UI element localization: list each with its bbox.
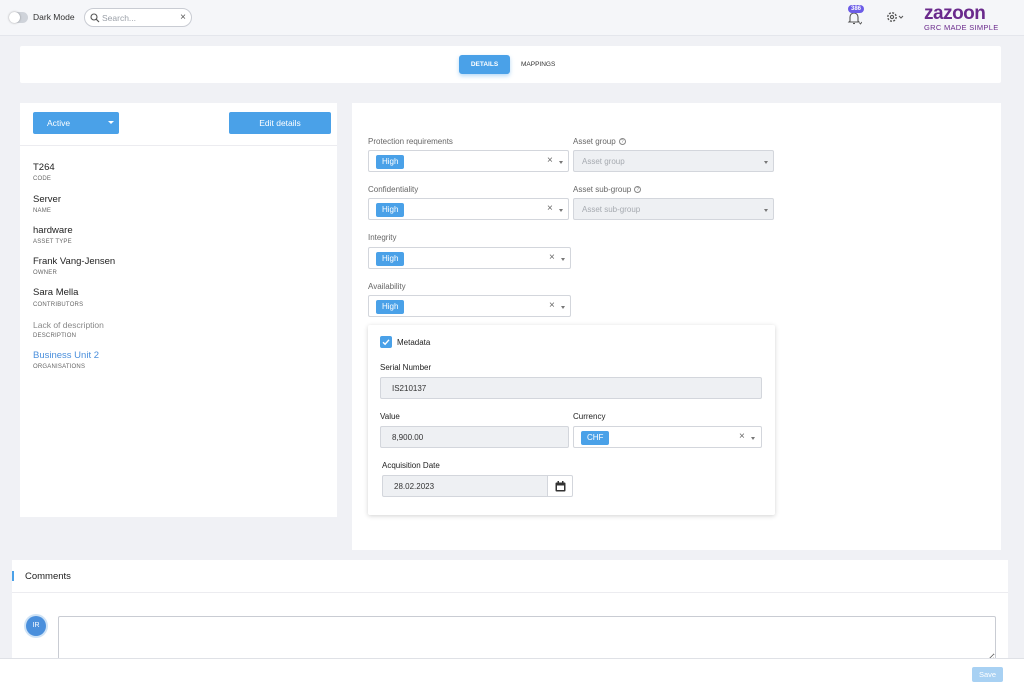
serial-number-value: IS210137: [392, 384, 427, 393]
description-value: Lack of description: [33, 320, 104, 330]
brand-name: zazoon: [924, 3, 986, 24]
asset-subgroup-placeholder: Asset sub-group: [582, 205, 641, 214]
search-placeholder: Search...: [102, 13, 137, 23]
integrity-label: Integrity: [368, 233, 397, 242]
chevron-down-icon: [559, 161, 563, 164]
brand-tagline: GRC MADE SIMPLE: [924, 23, 999, 32]
comment-input[interactable]: [58, 616, 996, 663]
integrity-chip: High: [376, 252, 405, 266]
toggle-knob: [9, 12, 20, 23]
serial-number-input[interactable]: IS210137: [380, 377, 762, 399]
value-input[interactable]: 8,900.00: [380, 426, 569, 448]
search-icon: [90, 13, 100, 23]
name-label: NAME: [33, 208, 52, 214]
metadata-title: Metadata: [397, 338, 431, 347]
availability-label: Availability: [368, 282, 406, 291]
value-value: 8,900.00: [392, 433, 424, 442]
asset-type-value: hardware: [33, 225, 73, 236]
availability-select[interactable]: High ×: [368, 295, 571, 317]
edit-details-button[interactable]: Edit details: [229, 112, 331, 134]
clear-icon[interactable]: ×: [549, 252, 555, 263]
organisation-link[interactable]: Business Unit 2: [33, 350, 99, 361]
confidentiality-chip: High: [376, 203, 405, 217]
dark-mode-toggle[interactable]: [9, 12, 28, 23]
chevron-down-icon: [764, 209, 768, 212]
description-label: DESCRIPTION: [33, 333, 77, 339]
section-accent: [12, 571, 14, 581]
brand-logo: zazoon GRC MADE SIMPLE: [924, 3, 1006, 33]
clear-search-icon[interactable]: ×: [180, 12, 186, 23]
clear-icon[interactable]: ×: [549, 300, 555, 311]
asset-group-label-wrap: Asset group?: [573, 137, 626, 146]
help-icon[interactable]: ?: [634, 186, 642, 193]
search-input[interactable]: Search... ×: [84, 8, 192, 27]
confidentiality-select[interactable]: High ×: [368, 198, 569, 220]
footer-bar: [0, 658, 1024, 692]
value-label: Value: [380, 412, 400, 421]
tab-mappings[interactable]: MAPPINGS: [521, 61, 555, 68]
chevron-down-icon: [751, 437, 755, 440]
status-label: Active: [47, 118, 71, 128]
code-label: CODE: [33, 176, 52, 182]
chevron-down-icon: [561, 258, 565, 261]
acquisition-date-input[interactable]: 28.02.2023: [382, 475, 548, 497]
asset-subgroup-label-wrap: Asset sub-group?: [573, 185, 642, 194]
metadata-checkbox[interactable]: [380, 336, 392, 348]
comments-title: Comments: [25, 571, 71, 582]
availability-chip: High: [376, 300, 405, 314]
clear-icon[interactable]: ×: [547, 203, 553, 214]
asset-group-select[interactable]: Asset group: [573, 150, 774, 172]
owner-label: OWNER: [33, 270, 57, 276]
asset-subgroup-label: Asset sub-group: [573, 185, 632, 194]
save-button[interactable]: Save: [972, 667, 1003, 682]
owner-value: Frank Vang-Jensen: [33, 256, 116, 267]
dark-mode-label: Dark Mode: [33, 12, 75, 22]
organisations-label: ORGANISATIONS: [33, 364, 86, 370]
currency-select[interactable]: CHF ×: [573, 426, 762, 448]
confidentiality-label: Confidentiality: [368, 185, 419, 194]
check-icon: [382, 339, 390, 346]
status-dropdown[interactable]: Active: [33, 112, 119, 134]
tab-bar: [20, 46, 1001, 83]
chevron-down-icon: [559, 209, 563, 212]
chevron-down-icon: [561, 306, 565, 309]
gear-icon[interactable]: [885, 10, 905, 24]
tab-details[interactable]: DETAILS: [459, 55, 510, 74]
contributors-label: CONTRIBUTORS: [33, 302, 84, 308]
caret-down-icon: [108, 121, 114, 124]
currency-label: Currency: [573, 412, 606, 421]
acquisition-date-label: Acquisition Date: [382, 461, 440, 470]
calendar-button[interactable]: [548, 475, 573, 497]
asset-subgroup-select[interactable]: Asset sub-group: [573, 198, 774, 220]
protection-chip: High: [376, 155, 405, 169]
asset-summary-card: [20, 103, 337, 517]
contributors-value: Sara Mella: [33, 287, 79, 298]
protection-requirements-select[interactable]: High ×: [368, 150, 569, 172]
notification-badge: 386: [848, 5, 865, 13]
acquisition-date-value: 28.02.2023: [394, 482, 435, 491]
avatar: IR: [26, 616, 46, 636]
divider: [12, 592, 1008, 593]
name-value: Server: [33, 194, 61, 205]
protection-requirements-label: Protection requirements: [368, 137, 453, 146]
code-value: T264: [33, 162, 55, 173]
asset-type-label: ASSET TYPE: [33, 239, 72, 245]
asset-group-placeholder: Asset group: [582, 157, 625, 166]
currency-chip: CHF: [581, 431, 610, 445]
divider: [20, 145, 337, 146]
clear-icon[interactable]: ×: [739, 431, 745, 442]
asset-group-label: Asset group: [573, 137, 616, 146]
serial-number-label: Serial Number: [380, 363, 432, 372]
integrity-select[interactable]: High ×: [368, 247, 571, 269]
chevron-down-icon: [764, 161, 768, 164]
clear-icon[interactable]: ×: [547, 155, 553, 166]
help-icon[interactable]: ?: [618, 138, 626, 145]
calendar-icon: [555, 481, 566, 492]
